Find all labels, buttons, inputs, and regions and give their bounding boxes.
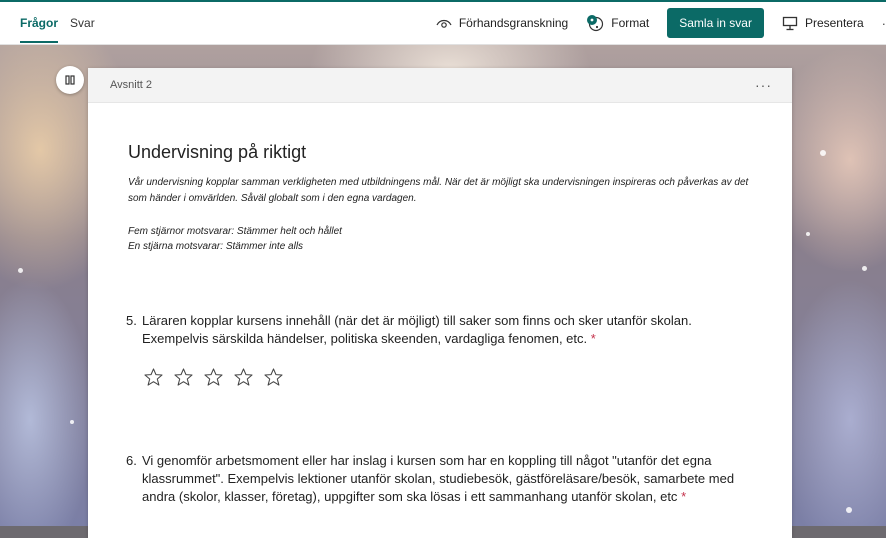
collect-responses-button[interactable]: Samla in svar (667, 8, 764, 38)
format-label: Format (611, 16, 650, 30)
more-options-icon[interactable]: · (882, 16, 886, 31)
bokeh-dot (862, 266, 867, 271)
star-icon[interactable] (234, 368, 253, 386)
question-5: 5. Läraren kopplar kursens innehåll (när… (126, 312, 746, 348)
section-menu-button[interactable]: ··· (755, 77, 772, 93)
required-marker: * (681, 489, 687, 504)
eye-icon (436, 19, 452, 28)
star-icon[interactable] (174, 368, 193, 386)
question-text: Vi genomför arbetsmoment eller har insla… (142, 452, 746, 506)
tab-responses[interactable]: Svar (70, 16, 95, 30)
bokeh-dot (806, 232, 810, 236)
section-header: Avsnitt 2 ··· (88, 68, 792, 103)
rating-scale-info: Fem stjärnor motsvarar: Stämmer helt och… (128, 224, 342, 254)
present-label: Presentera (804, 16, 864, 30)
top-toolbar: Frågor Svar Förhandsgranskning Format Sa… (0, 2, 886, 45)
required-marker: * (590, 331, 596, 346)
star-icon[interactable] (144, 368, 163, 386)
format-button[interactable]: Format (586, 14, 649, 32)
preview-label: Förhandsgranskning (458, 16, 569, 30)
section-label: Avsnitt 2 (110, 79, 152, 91)
preview-button[interactable]: Förhandsgranskning (436, 16, 568, 30)
section-description: Vår undervisning kopplar samman verkligh… (128, 177, 749, 204)
bokeh-dot (820, 150, 826, 156)
section-title: Undervisning på riktigt (128, 142, 307, 162)
question-text: Läraren kopplar kursens innehåll (när de… (142, 312, 746, 348)
format-palette-icon (587, 15, 604, 32)
question-number: 5. (126, 313, 137, 328)
tab-questions[interactable]: Frågor (20, 16, 59, 43)
present-button[interactable]: Presentera (782, 16, 864, 31)
question-number: 6. (126, 453, 137, 468)
scale-line-one-star: En stjärna motsvarar: Stämmer inte alls (128, 241, 304, 252)
bokeh-dot (846, 507, 852, 513)
pause-icon (65, 75, 75, 85)
question-6: 6. Vi genomför arbetsmoment eller har in… (126, 452, 746, 506)
scale-line-five-stars: Fem stjärnor motsvarar: Stämmer helt och… (128, 226, 342, 237)
bokeh-dot (70, 420, 74, 424)
star-icon[interactable] (204, 368, 223, 386)
toolbar-actions: Förhandsgranskning Format Samla in svar … (436, 2, 886, 44)
present-icon (782, 16, 798, 30)
question-text-content: Vi genomför arbetsmoment eller har insla… (142, 453, 735, 504)
pause-button[interactable] (56, 66, 84, 94)
star-icon[interactable] (264, 368, 283, 386)
bokeh-dot (18, 268, 23, 273)
question-text-content: Läraren kopplar kursens innehåll (när de… (142, 313, 692, 346)
rating-stars (144, 368, 294, 386)
section-card: Avsnitt 2 ··· Undervisning på riktigt Vå… (88, 68, 792, 538)
